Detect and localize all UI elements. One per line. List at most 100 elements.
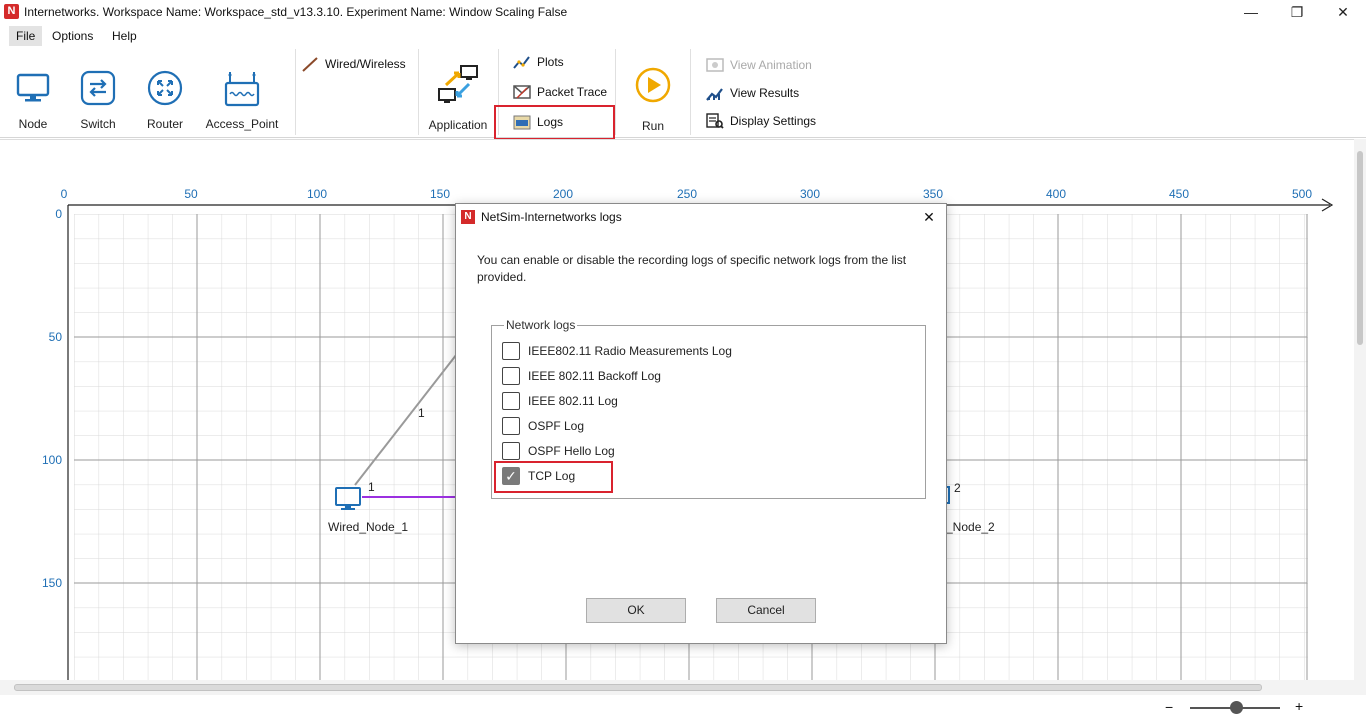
cancel-button[interactable]: Cancel bbox=[716, 598, 816, 623]
zoom-slider-thumb[interactable] bbox=[1230, 701, 1243, 714]
link-label: 2 bbox=[954, 481, 961, 495]
vertical-scroll-thumb[interactable] bbox=[1357, 151, 1363, 345]
node-button[interactable]: Node bbox=[8, 69, 58, 131]
checkbox[interactable] bbox=[502, 367, 520, 385]
x-tick: 0 bbox=[60, 187, 68, 201]
view-animation-label: View Animation bbox=[730, 58, 812, 72]
wired-wireless-button[interactable]: Wired/Wireless bbox=[301, 53, 411, 75]
view-results-label: View Results bbox=[730, 86, 800, 100]
view-results-button[interactable]: View Results bbox=[706, 82, 816, 104]
ribbon-separator bbox=[295, 49, 296, 135]
checkbox[interactable] bbox=[502, 442, 520, 460]
x-tick: 150 bbox=[429, 187, 451, 201]
menu-file[interactable]: File bbox=[9, 26, 43, 46]
switch-button[interactable]: Switch bbox=[72, 69, 124, 131]
title-bar: N Internetworks. Workspace Name: Workspa… bbox=[0, 0, 1366, 24]
packet-trace-icon bbox=[513, 85, 531, 99]
dialog-title: NetSim-Internetworks logs bbox=[481, 210, 622, 224]
dialog-body: You can enable or disable the recording … bbox=[456, 231, 946, 643]
application-button[interactable]: Application bbox=[424, 65, 492, 133]
ribbon-separator bbox=[418, 49, 419, 135]
ribbon-separator bbox=[615, 49, 616, 135]
x-tick: 350 bbox=[922, 187, 944, 201]
checkbox[interactable] bbox=[502, 342, 520, 360]
x-tick: 50 bbox=[184, 187, 198, 201]
display-settings-label: Display Settings bbox=[730, 114, 817, 128]
switch-icon bbox=[80, 70, 116, 106]
link-label: 1 bbox=[368, 480, 375, 494]
ribbon-separator bbox=[690, 49, 691, 135]
router-icon bbox=[147, 70, 183, 106]
network-logs-group-label: Network logs bbox=[504, 318, 578, 332]
plots-icon bbox=[513, 56, 530, 69]
checkbox[interactable] bbox=[502, 417, 520, 435]
horizontal-scroll-thumb[interactable] bbox=[14, 684, 1262, 691]
tcp-log-highlight-box bbox=[494, 461, 613, 493]
y-tick: 100 bbox=[41, 453, 62, 467]
network-logs-group: Network logs IEEE802.11 Radio Measuremen… bbox=[491, 318, 926, 499]
x-tick: 300 bbox=[799, 187, 821, 201]
application-label: Application bbox=[428, 118, 488, 132]
access-point-button[interactable]: Access_Point bbox=[204, 69, 280, 131]
status-bar: − + bbox=[0, 695, 1366, 720]
log-option-label: OSPF Log bbox=[528, 419, 585, 433]
y-tick: 50 bbox=[48, 330, 62, 344]
log-option-label: IEEE802.11 Radio Measurements Log bbox=[528, 344, 732, 358]
plots-button[interactable]: Plots bbox=[513, 51, 603, 73]
x-tick: 450 bbox=[1168, 187, 1190, 201]
maximize-button[interactable]: ❐ bbox=[1274, 0, 1320, 24]
node-label: Node bbox=[18, 117, 48, 131]
menu-options[interactable]: Options bbox=[45, 26, 100, 46]
dialog-close-button[interactable]: ✕ bbox=[918, 207, 940, 227]
view-animation-icon bbox=[706, 58, 724, 72]
netsim-logo-icon: N bbox=[4, 4, 19, 19]
horizontal-scrollbar[interactable] bbox=[0, 680, 1366, 695]
netsim-logo-icon: N bbox=[461, 210, 475, 224]
display-settings-button[interactable]: Display Settings bbox=[706, 110, 826, 132]
access-point-label: Access_Point bbox=[205, 117, 279, 131]
link-icon bbox=[302, 57, 318, 72]
view-animation-button[interactable]: View Animation bbox=[706, 54, 826, 76]
close-button[interactable]: ✕ bbox=[1320, 0, 1366, 24]
window-title: Internetworks. Workspace Name: Workspace… bbox=[24, 5, 568, 19]
x-tick: 200 bbox=[552, 187, 574, 201]
zoom-in-button[interactable]: + bbox=[1295, 698, 1303, 714]
y-tick: 0 bbox=[55, 207, 62, 221]
wired-wireless-label: Wired/Wireless bbox=[325, 57, 406, 71]
x-tick: 400 bbox=[1045, 187, 1067, 201]
switch-label: Switch bbox=[80, 117, 116, 131]
run-icon bbox=[635, 67, 671, 103]
view-results-icon bbox=[706, 88, 723, 101]
link-label: 1 bbox=[418, 406, 425, 420]
zoom-out-button[interactable]: − bbox=[1165, 699, 1173, 715]
minimize-button[interactable]: — bbox=[1228, 0, 1274, 24]
logs-dialog: N NetSim-Internetworks logs ✕ You can en… bbox=[455, 203, 947, 644]
display-settings-icon bbox=[706, 113, 724, 129]
menu-help[interactable]: Help bbox=[105, 26, 144, 46]
log-option-label: IEEE 802.11 Backoff Log bbox=[528, 369, 661, 383]
wired-node-2-label[interactable]: _Node_2 bbox=[946, 520, 995, 534]
menu-bar: File Options Help bbox=[0, 24, 1366, 47]
node-icon bbox=[16, 73, 50, 102]
x-tick: 500 bbox=[1291, 187, 1313, 201]
y-tick: 150 bbox=[41, 576, 62, 590]
logs-highlight-box bbox=[494, 105, 615, 140]
vertical-scrollbar[interactable] bbox=[1354, 139, 1366, 680]
dialog-title-bar: N NetSim-Internetworks logs ✕ bbox=[456, 204, 946, 231]
router-label: Router bbox=[146, 117, 184, 131]
application-icon bbox=[438, 65, 478, 103]
ok-button[interactable]: OK bbox=[586, 598, 686, 623]
dialog-description: You can enable or disable the recording … bbox=[477, 253, 907, 284]
access-point-icon bbox=[224, 72, 260, 107]
router-button[interactable]: Router bbox=[138, 69, 192, 131]
packet-trace-button[interactable]: Packet Trace bbox=[513, 81, 613, 103]
wired-node-1-label[interactable]: Wired_Node_1 bbox=[328, 520, 408, 534]
run-button[interactable]: Run bbox=[628, 67, 678, 133]
log-option-label: OSPF Hello Log bbox=[528, 444, 615, 458]
checkbox[interactable] bbox=[502, 392, 520, 410]
x-tick: 250 bbox=[676, 187, 698, 201]
ribbon-toolbar: Node Switch Router Access_Point Wired/Wi… bbox=[0, 47, 1366, 140]
log-option-label: IEEE 802.11 Log bbox=[528, 394, 618, 408]
packet-trace-label: Packet Trace bbox=[537, 85, 608, 99]
x-tick: 100 bbox=[306, 187, 328, 201]
